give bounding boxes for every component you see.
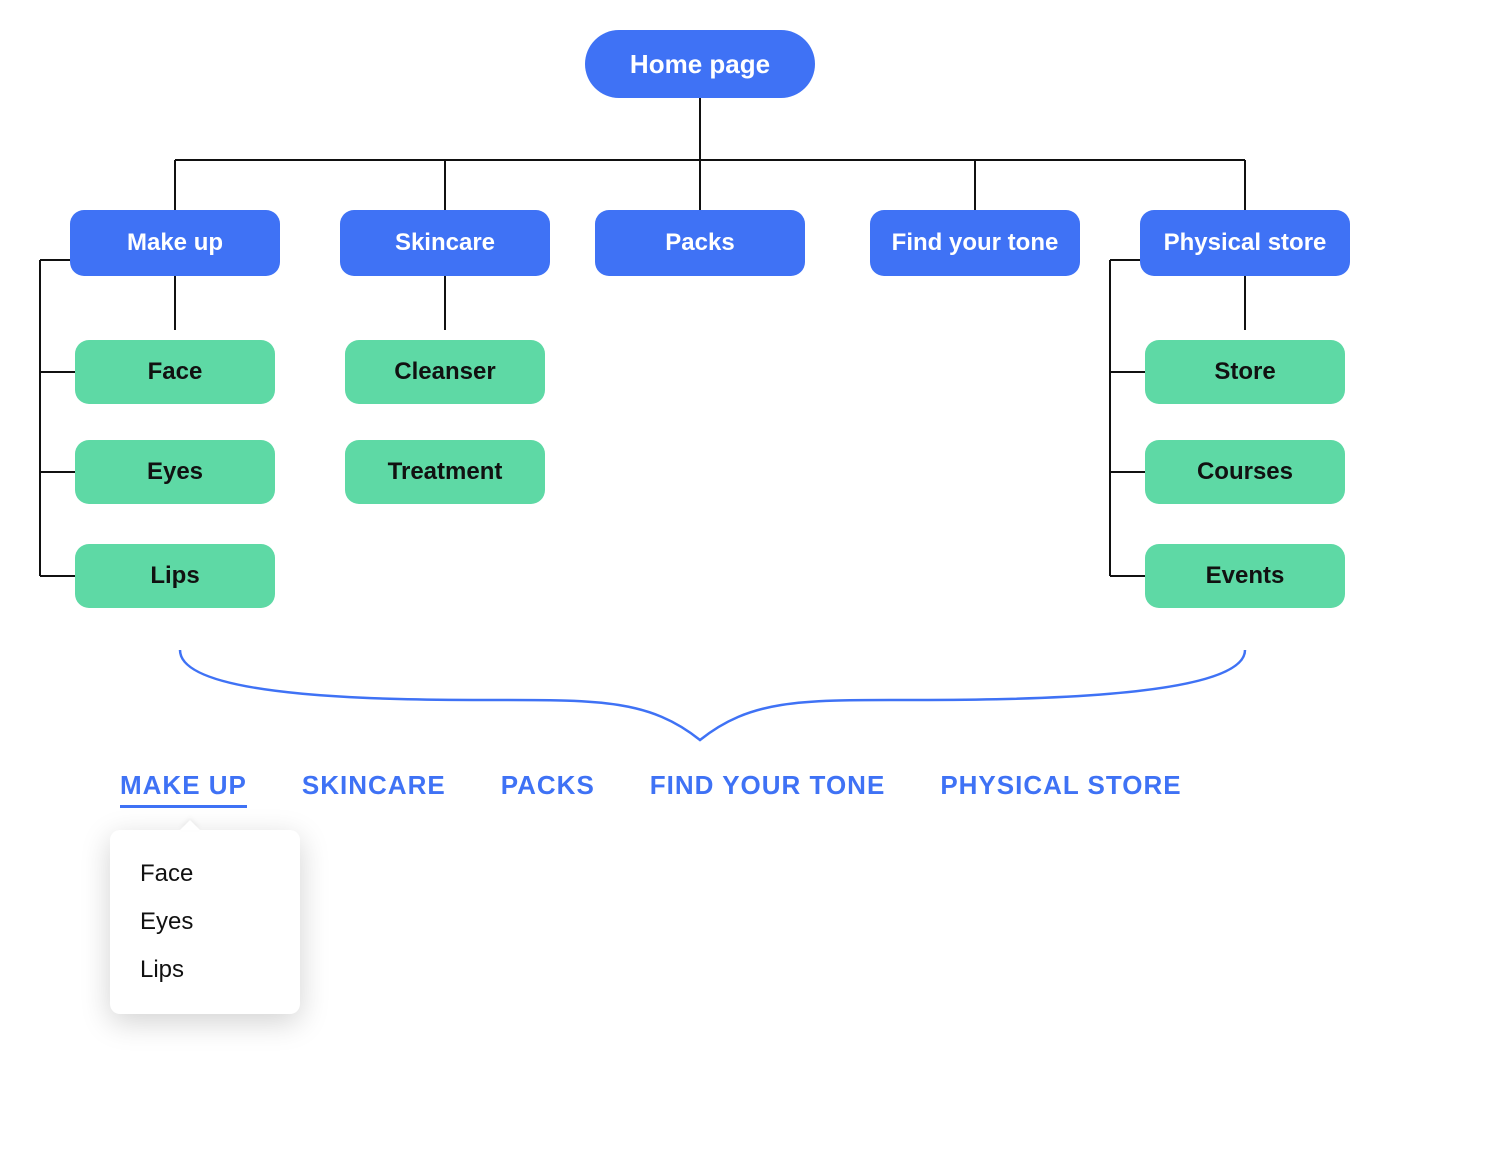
dropdown-item-face[interactable]: Face [140,850,270,898]
sub-node-treatment: Treatment [345,440,545,504]
category-node-packs: Packs [595,210,805,276]
sub-node-lips: Lips [75,544,275,608]
sub-node-events: Events [1145,544,1345,608]
category-node-makeup: Make up [70,210,280,276]
sub-node-courses: Courses [1145,440,1345,504]
sub-node-cleanser: Cleanser [345,340,545,404]
sub-node-face: Face [75,340,275,404]
category-node-physical-store: Physical store [1140,210,1350,276]
sub-node-eyes: Eyes [75,440,275,504]
nav-menu: MAKE UP SKINCARE PACKS FIND YOUR TONE PH… [120,770,1182,808]
sub-node-store: Store [1145,340,1345,404]
nav-item-packs[interactable]: PACKS [501,770,595,808]
category-node-find-tone: Find your tone [870,210,1080,276]
nav-item-makeup[interactable]: MAKE UP [120,770,247,808]
nav-item-skincare[interactable]: SKINCARE [302,770,446,808]
nav-item-physical-store[interactable]: PHYSICAL STORE [940,770,1181,808]
dropdown-item-lips[interactable]: Lips [140,946,270,994]
nav-item-find-tone[interactable]: FIND YOUR TONE [650,770,886,808]
category-node-skincare: Skincare [340,210,550,276]
root-node-home: Home page [585,30,815,98]
nav-dropdown-makeup: Face Eyes Lips [110,830,300,1014]
dropdown-item-eyes[interactable]: Eyes [140,898,270,946]
